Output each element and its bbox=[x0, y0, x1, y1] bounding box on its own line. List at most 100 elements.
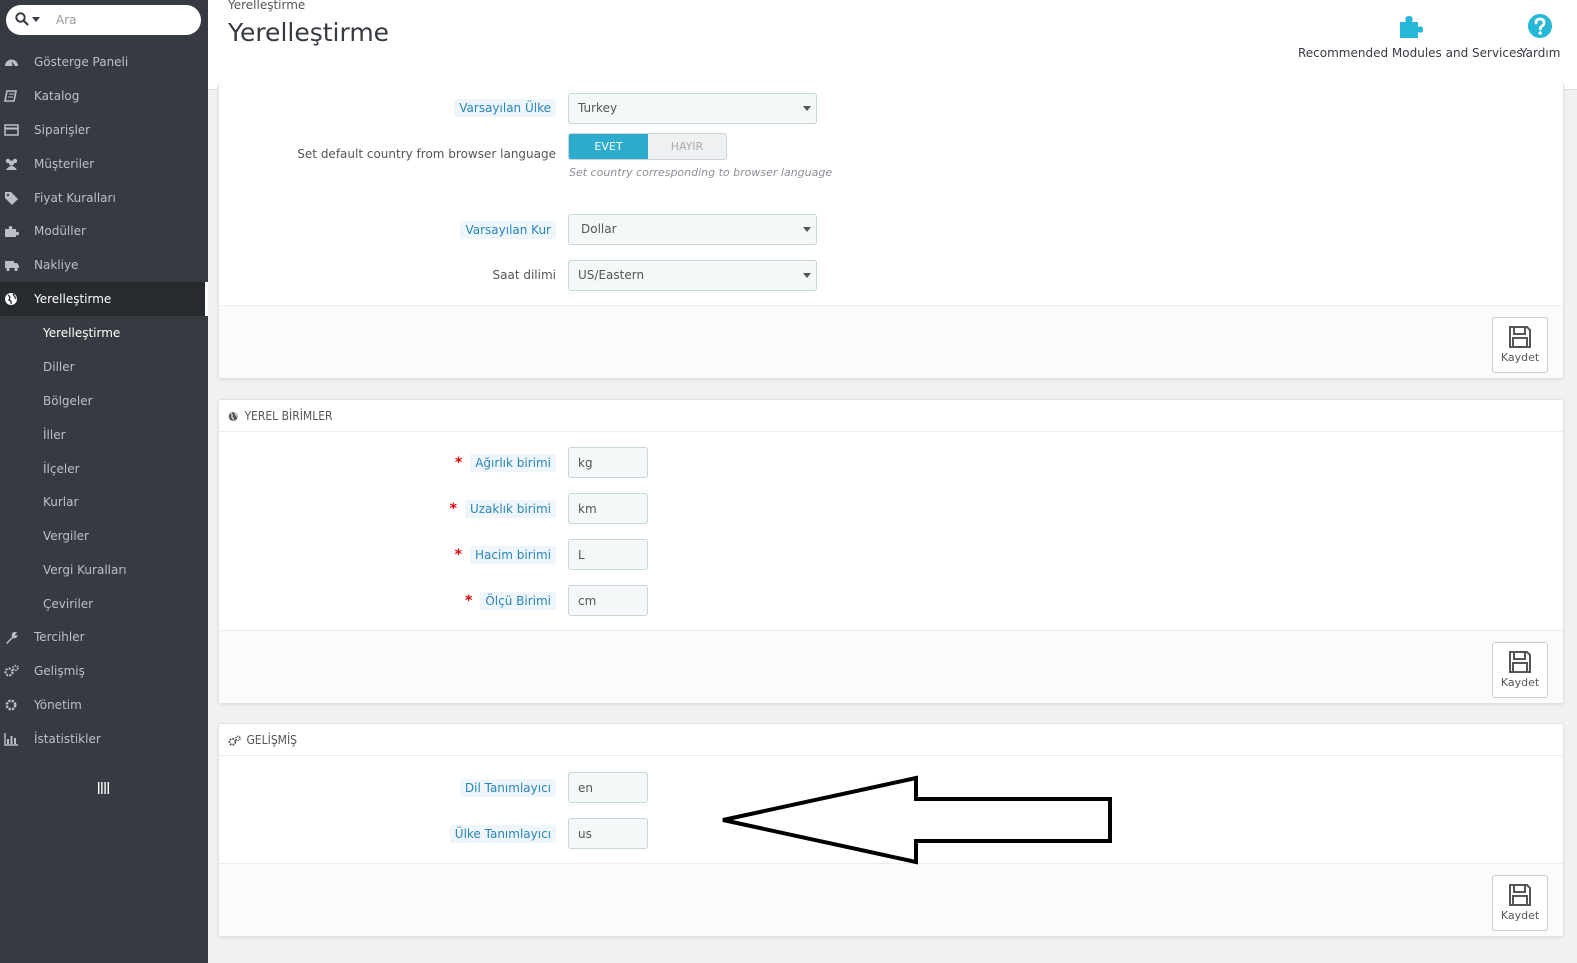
users-icon bbox=[5, 158, 18, 170]
configuration-panel: Varsayılan Ülke Turkey Set default count… bbox=[218, 82, 1564, 379]
sidebar-item-label: İstatistikler bbox=[34, 732, 101, 746]
sidebar-subitem-localization[interactable]: Yerelleştirme bbox=[0, 316, 208, 350]
sidebar-subitem-languages[interactable]: Diller bbox=[0, 350, 208, 384]
sidebar-item-catalog[interactable]: Katalog bbox=[0, 79, 208, 113]
chevron-down-icon bbox=[803, 106, 811, 111]
distance-unit-label: * Uzaklık birimi bbox=[450, 500, 556, 518]
default-country-label-text: Varsayılan Ülke bbox=[454, 99, 556, 117]
sidebar-item-statistics[interactable]: İstatistikler bbox=[0, 722, 208, 756]
help-label: Yardım bbox=[1520, 46, 1561, 60]
sidebar-item-price-rules[interactable]: Fiyat Kuralları bbox=[0, 181, 208, 215]
annotation-arrow bbox=[722, 775, 1112, 865]
sidebar-item-modules[interactable]: Modüller bbox=[0, 214, 208, 248]
sidebar-item-customers[interactable]: Müşteriler bbox=[0, 147, 208, 181]
browser-language-label: Set default country from browser languag… bbox=[297, 147, 556, 161]
language-identifier-input[interactable] bbox=[568, 772, 648, 803]
save-label: Kaydet bbox=[1500, 351, 1540, 364]
search-input[interactable] bbox=[56, 10, 186, 30]
timezone-select[interactable]: US/Eastern bbox=[568, 260, 817, 291]
globe-icon bbox=[228, 412, 238, 421]
sidebar-subitem-translations[interactable]: Çeviriler bbox=[0, 587, 208, 621]
timezone-value: US/Eastern bbox=[578, 268, 645, 282]
panel-heading-text: YEREL BİRİMLER bbox=[244, 409, 333, 423]
panel-heading: GELİŞMİŞ bbox=[219, 724, 1563, 756]
globe-icon bbox=[5, 293, 17, 305]
sidebar-item-dashboard[interactable]: Gösterge Paneli bbox=[0, 45, 208, 79]
dashboard-icon bbox=[5, 59, 18, 66]
sidebar-item-label: Nakliye bbox=[34, 258, 79, 272]
dimension-unit-label: * Ölçü Birimi bbox=[465, 592, 556, 610]
sidebar-subitem-label: Vergiler bbox=[43, 529, 89, 543]
sidebar-item-label: Yönetim bbox=[34, 698, 82, 712]
sidebar-item-label: Fiyat Kuralları bbox=[34, 191, 116, 205]
switch-no-option[interactable]: HAYIR bbox=[648, 134, 726, 159]
sidebar-subitem-label: Vergi Kuralları bbox=[43, 563, 127, 577]
cogs-icon bbox=[4, 664, 19, 677]
sidebar: Gösterge Paneli Katalog Siparişler Müşte… bbox=[0, 0, 208, 963]
default-country-label: Varsayılan Ülke bbox=[454, 99, 556, 117]
sidebar-subitem-label: Yerelleştirme bbox=[43, 326, 121, 340]
sidebar-item-label: Tercihler bbox=[34, 630, 85, 644]
sidebar-item-administration[interactable]: Yönetim bbox=[0, 688, 208, 722]
sidebar-subitem-currencies[interactable]: Kurlar bbox=[0, 485, 208, 519]
distance-unit-label-text: Uzaklık birimi bbox=[464, 500, 556, 518]
sidebar-subitem-label: Çeviriler bbox=[43, 597, 94, 611]
sidebar-subitem-districts[interactable]: İlçeler bbox=[0, 452, 208, 486]
sidebar-item-shipping[interactable]: Nakliye bbox=[0, 248, 208, 282]
volume-unit-input[interactable] bbox=[568, 539, 648, 570]
panel-footer: Kaydet bbox=[219, 863, 1563, 936]
chevron-down-icon bbox=[803, 227, 811, 232]
required-mark: * bbox=[449, 501, 457, 517]
sidebar-item-localization[interactable]: Yerelleştirme bbox=[0, 282, 208, 316]
sidebar-subitem-label: Diller bbox=[43, 360, 75, 374]
sidebar-item-advanced[interactable]: Gelişmiş bbox=[0, 654, 208, 688]
sidebar-subitem-tax-rules[interactable]: Vergi Kuralları bbox=[0, 553, 208, 587]
weight-unit-label-text: Ağırlık birimi bbox=[470, 454, 556, 472]
required-mark: * bbox=[454, 547, 462, 563]
default-country-select[interactable]: Turkey bbox=[568, 93, 817, 124]
help-button[interactable]: Yardım bbox=[1520, 12, 1560, 60]
chevron-down-icon[interactable] bbox=[32, 17, 40, 22]
weight-unit-input[interactable] bbox=[568, 447, 648, 478]
save-icon bbox=[1509, 884, 1531, 906]
tags-icon bbox=[5, 192, 18, 205]
breadcrumb[interactable]: Yerelleştirme bbox=[228, 0, 305, 12]
language-identifier-label: Dil Tanımlayıcı bbox=[459, 779, 556, 797]
search-icon[interactable] bbox=[15, 12, 29, 26]
timezone-label: Saat dilimi bbox=[492, 268, 557, 282]
help-icon bbox=[1528, 14, 1553, 38]
sidebar-item-label: Siparişler bbox=[34, 123, 91, 137]
save-button[interactable]: Kaydet bbox=[1492, 317, 1548, 373]
default-currency-select[interactable]: Dollar bbox=[568, 214, 817, 245]
browser-language-switch[interactable]: EVET HAYIR bbox=[568, 133, 727, 160]
volume-unit-label: * Hacim birimi bbox=[455, 546, 556, 564]
sidebar-item-orders[interactable]: Siparişler bbox=[0, 113, 208, 147]
search-bar[interactable] bbox=[6, 5, 201, 35]
panel-heading: YEREL BİRİMLER bbox=[219, 400, 1563, 432]
dimension-unit-input[interactable] bbox=[568, 585, 648, 616]
recommended-modules-label: Recommended Modules and Services bbox=[1298, 46, 1523, 60]
distance-unit-input[interactable] bbox=[568, 493, 648, 524]
truck-icon bbox=[5, 261, 19, 272]
puzzle-icon bbox=[5, 226, 19, 237]
collapse-menu-icon[interactable] bbox=[97, 781, 111, 795]
page-header: Yerelleştirme Yerelleştirme Recommended … bbox=[208, 0, 1577, 90]
sidebar-subitem-zones[interactable]: Bölgeler bbox=[0, 384, 208, 418]
default-currency-label-text: Varsayılan Kur bbox=[460, 221, 556, 239]
country-identifier-input[interactable] bbox=[568, 818, 648, 849]
save-button[interactable]: Kaydet bbox=[1492, 642, 1548, 698]
panel-footer: Kaydet bbox=[219, 305, 1563, 378]
sidebar-item-preferences[interactable]: Tercihler bbox=[0, 620, 208, 654]
sidebar-subitem-states[interactable]: İller bbox=[0, 418, 208, 452]
sidebar-item-label: Gelişmiş bbox=[34, 664, 85, 678]
sidebar-subitem-taxes[interactable]: Vergiler bbox=[0, 519, 208, 553]
save-button[interactable]: Kaydet bbox=[1492, 875, 1548, 931]
country-identifier-label-text: Ülke Tanımlayıcı bbox=[449, 825, 556, 843]
save-icon bbox=[1509, 651, 1531, 673]
bar-chart-icon bbox=[4, 733, 18, 746]
local-units-panel: YEREL BİRİMLER * Ağırlık birimi * Uzaklık … bbox=[218, 399, 1564, 704]
switch-yes-option[interactable]: EVET bbox=[569, 134, 648, 159]
recommended-modules-button[interactable]: Recommended Modules and Services bbox=[1298, 12, 1523, 60]
browser-language-help: Set country corresponding to browser lan… bbox=[569, 166, 833, 179]
sidebar-item-label: Modüller bbox=[34, 224, 86, 238]
